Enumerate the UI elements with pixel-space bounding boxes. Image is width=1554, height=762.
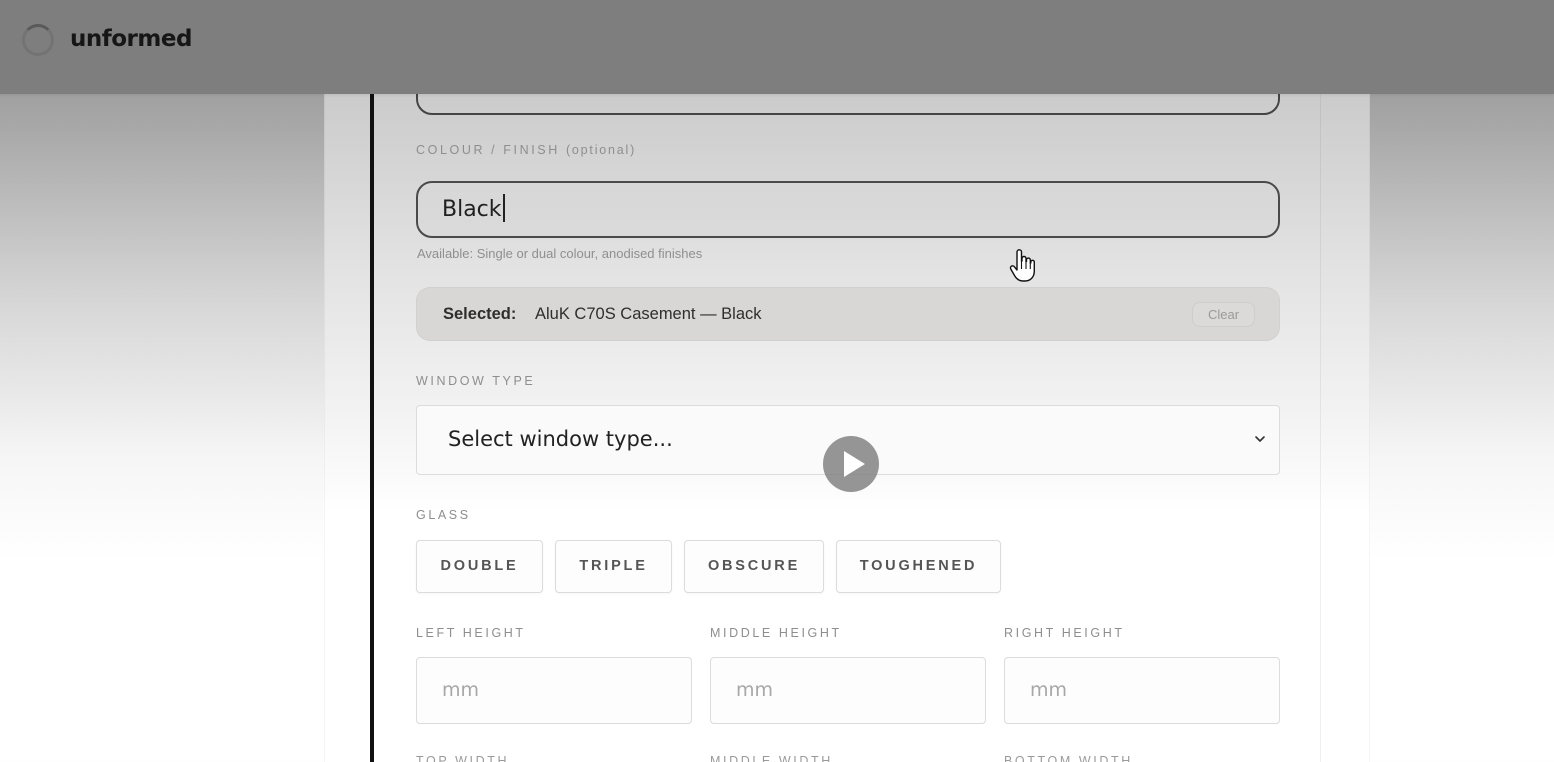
loading-spinner-icon (22, 24, 54, 56)
clear-selection-button[interactable]: Clear (1192, 302, 1255, 327)
left-height-input[interactable]: mm (416, 657, 692, 724)
middle-height-input[interactable]: mm (710, 657, 986, 724)
play-triangle (844, 451, 865, 477)
glass-label: GLASS (416, 508, 471, 522)
right-height-input[interactable]: mm (1004, 657, 1280, 724)
window-type-label: WINDOW TYPE (416, 374, 536, 388)
window-type-placeholder: Select window type... (448, 427, 673, 451)
middle-height-label: MIDDLE HEIGHT (710, 626, 842, 640)
left-height-label: LEFT HEIGHT (416, 626, 526, 640)
colour-finish-value: Black (442, 197, 502, 222)
selected-product-summary: Selected: AluK C70S Casement — Black Cle… (416, 287, 1280, 341)
middle-width-label: MIDDLE WIDTH (710, 754, 833, 762)
glass-option-obscure[interactable]: OBSCURE (684, 540, 824, 593)
panel-divider (1320, 94, 1321, 762)
text-caret (502, 194, 505, 222)
chevron-down-icon (1255, 436, 1265, 442)
section-accent-bar (370, 94, 374, 762)
optional-tag: (optional) (565, 143, 637, 157)
hand-pointer-cursor-icon (1009, 249, 1035, 282)
colour-finish-label-text: COLOUR / FINISH (416, 143, 560, 157)
glass-option-triple[interactable]: TRIPLE (555, 540, 672, 593)
bottom-width-label: BOTTOM WIDTH (1004, 754, 1133, 762)
colour-finish-hint: Available: Single or dual colour, anodis… (417, 246, 703, 261)
colour-finish-input[interactable]: Black (416, 181, 1280, 238)
selected-label: Selected: (443, 305, 517, 323)
selected-value: AluK C70S Casement — Black (535, 305, 762, 323)
play-icon[interactable] (823, 436, 879, 492)
glass-option-double[interactable]: DOUBLE (416, 540, 543, 593)
colour-finish-label: COLOUR / FINISH (optional) (416, 143, 636, 157)
right-height-label: RIGHT HEIGHT (1004, 626, 1125, 640)
brand-logo[interactable]: unformed (70, 26, 192, 52)
top-width-label: TOP WIDTH (416, 754, 510, 762)
glass-option-toughened[interactable]: TOUGHENED (836, 540, 1001, 593)
app-header: unformed (0, 0, 1554, 94)
